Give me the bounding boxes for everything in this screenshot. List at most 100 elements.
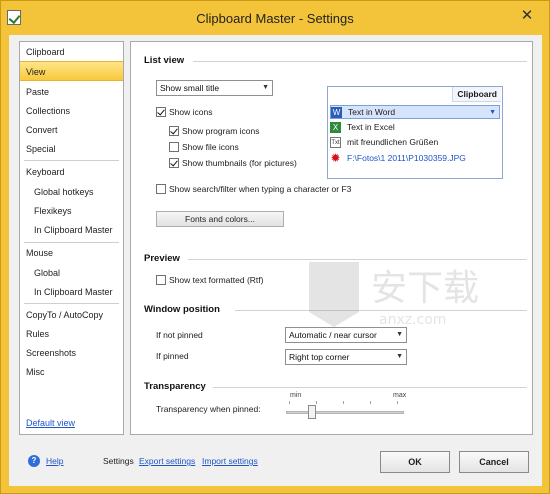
preview-item-text: mit freundlichen Grüßen <box>347 137 439 147</box>
help-link[interactable]: Help <box>46 456 63 466</box>
slider-tick <box>316 401 317 404</box>
show-file-icons-label: Show file icons <box>182 142 239 152</box>
preview-item: W Text in Word ▼ <box>330 105 500 119</box>
checkbox-checked[interactable] <box>156 107 166 117</box>
fonts-and-colors-button[interactable]: Fonts and colors... <box>156 211 284 227</box>
nav-paste[interactable]: Paste <box>26 87 49 97</box>
slider-tick <box>397 401 398 404</box>
not-pinned-position-dropdown[interactable]: Automatic / near cursor ▼ <box>285 327 407 343</box>
preview-item: Txt mit freundlichen Grüßen <box>330 135 500 149</box>
show-search-checkbox[interactable]: Show search/filter when typing a charact… <box>156 184 351 194</box>
title-style-value: Show small title <box>160 83 220 93</box>
nav-mouse-in-clipboard-master[interactable]: In Clipboard Master <box>34 287 113 297</box>
preview-item: ✹ F:\Fotos\1 2011\P1030359.JPG <box>330 151 500 165</box>
close-button[interactable]: ✕ <box>517 7 537 25</box>
checkbox-unchecked[interactable] <box>156 275 166 285</box>
show-text-formatted-label: Show text formatted (Rtf) <box>169 275 264 285</box>
transparency-min-label: min <box>290 392 302 399</box>
excel-icon: X <box>330 121 341 133</box>
shield-icon <box>309 262 359 327</box>
nav-mouse-global[interactable]: Global <box>34 268 60 278</box>
chevron-down-icon: ▼ <box>396 353 403 360</box>
nav-clipboard[interactable]: Clipboard <box>26 47 65 57</box>
nav-misc[interactable]: Misc <box>26 367 45 377</box>
section-divider <box>235 310 527 311</box>
default-view-link[interactable]: Default view <box>26 418 75 428</box>
checkbox-unchecked[interactable] <box>169 142 179 152</box>
paint-icon: ✹ <box>330 150 341 165</box>
nav-keyboard[interactable]: Keyboard <box>26 167 65 177</box>
section-divider <box>188 259 527 260</box>
transparency-label: Transparency when pinned: <box>156 404 261 414</box>
preview-item-text: F:\Fotos\1 2011\P1030359.JPG <box>347 153 466 163</box>
ok-button[interactable]: OK <box>380 451 450 473</box>
if-not-pinned-label: If not pinned <box>156 330 203 340</box>
pinned-position-value: Right top corner <box>289 352 350 362</box>
preview-item: X Text in Excel <box>330 120 500 134</box>
transparency-slider-track[interactable] <box>286 411 404 414</box>
settings-nav: Clipboard View Paste Collections Convert… <box>19 41 124 435</box>
checkbox-checked[interactable] <box>169 126 179 136</box>
settings-panel: List view Show small title ▼ Show icons … <box>130 41 533 435</box>
chevron-down-icon: ▼ <box>489 108 496 116</box>
nav-copyto-autocopy[interactable]: CopyTo / AutoCopy <box>26 310 103 320</box>
clipboard-preview: Clipboard W Text in Word ▼ X Text in Exc… <box>327 86 503 179</box>
nav-convert[interactable]: Convert <box>26 125 58 135</box>
title-bar[interactable]: Clipboard Master - Settings ✕ <box>1 1 549 35</box>
nav-flexikeys[interactable]: Flexikeys <box>34 206 72 216</box>
checkbox-unchecked[interactable] <box>156 184 166 194</box>
chevron-down-icon: ▼ <box>396 331 403 338</box>
nav-screenshots[interactable]: Screenshots <box>26 348 76 358</box>
watermark-text: 安下载 <box>371 268 479 309</box>
nav-collections[interactable]: Collections <box>26 106 70 116</box>
show-search-label: Show search/filter when typing a charact… <box>169 184 352 194</box>
checkbox-checked[interactable] <box>169 158 179 168</box>
preview-item-text: Text in Word <box>348 107 396 117</box>
window-position-heading: Window position <box>144 304 220 315</box>
slider-tick <box>343 401 344 404</box>
show-thumbnails-checkbox[interactable]: Show thumbnails (for pictures) <box>169 158 297 168</box>
help-icon[interactable]: ? <box>28 455 40 467</box>
transparency-heading: Transparency <box>144 381 206 392</box>
word-icon: W <box>331 106 342 118</box>
title-style-dropdown[interactable]: Show small title ▼ <box>156 80 273 96</box>
nav-divider <box>24 160 119 161</box>
nav-mouse[interactable]: Mouse <box>26 248 53 258</box>
export-settings-link[interactable]: Export settings <box>139 456 195 466</box>
nav-divider <box>24 303 119 304</box>
show-program-icons-checkbox[interactable]: Show program icons <box>169 126 259 136</box>
nav-rules[interactable]: Rules <box>26 329 49 339</box>
slider-tick <box>289 401 290 404</box>
text-icon: Txt <box>330 136 341 148</box>
client-area: Clipboard View Paste Collections Convert… <box>9 35 542 486</box>
pinned-position-dropdown[interactable]: Right top corner ▼ <box>285 349 407 365</box>
if-pinned-label: If pinned <box>156 351 189 361</box>
watermark-sub: anxz.com <box>379 312 446 328</box>
import-settings-link[interactable]: Import settings <box>202 456 258 466</box>
show-icons-label: Show icons <box>169 107 213 117</box>
nav-view[interactable]: View <box>20 61 123 81</box>
transparency-max-label: max <box>393 392 407 399</box>
preview-header: Clipboard <box>452 87 501 102</box>
preview-item-text: Text in Excel <box>347 122 395 132</box>
transparency-slider-thumb[interactable] <box>308 405 316 419</box>
show-text-formatted-checkbox[interactable]: Show text formatted (Rtf) <box>156 275 263 285</box>
show-thumbnails-label: Show thumbnails (for pictures) <box>182 158 297 168</box>
show-icons-checkbox[interactable]: Show icons <box>156 107 212 117</box>
show-file-icons-checkbox[interactable]: Show file icons <box>169 142 239 152</box>
not-pinned-position-value: Automatic / near cursor <box>289 330 377 340</box>
slider-tick <box>370 401 371 404</box>
nav-keyboard-in-clipboard-master[interactable]: In Clipboard Master <box>34 225 113 235</box>
section-divider <box>213 387 527 388</box>
nav-divider <box>24 242 119 243</box>
chevron-down-icon: ▼ <box>262 84 269 91</box>
show-program-icons-label: Show program icons <box>182 126 260 136</box>
section-divider <box>193 61 527 62</box>
list-view-heading: List view <box>144 55 185 66</box>
nav-special[interactable]: Special <box>26 144 56 154</box>
nav-global-hotkeys[interactable]: Global hotkeys <box>34 187 94 197</box>
settings-label: Settings <box>103 456 134 466</box>
site-watermark: 安下载 anxz.com <box>309 262 479 328</box>
cancel-button[interactable]: Cancel <box>459 451 529 473</box>
preview-heading: Preview <box>144 253 180 264</box>
